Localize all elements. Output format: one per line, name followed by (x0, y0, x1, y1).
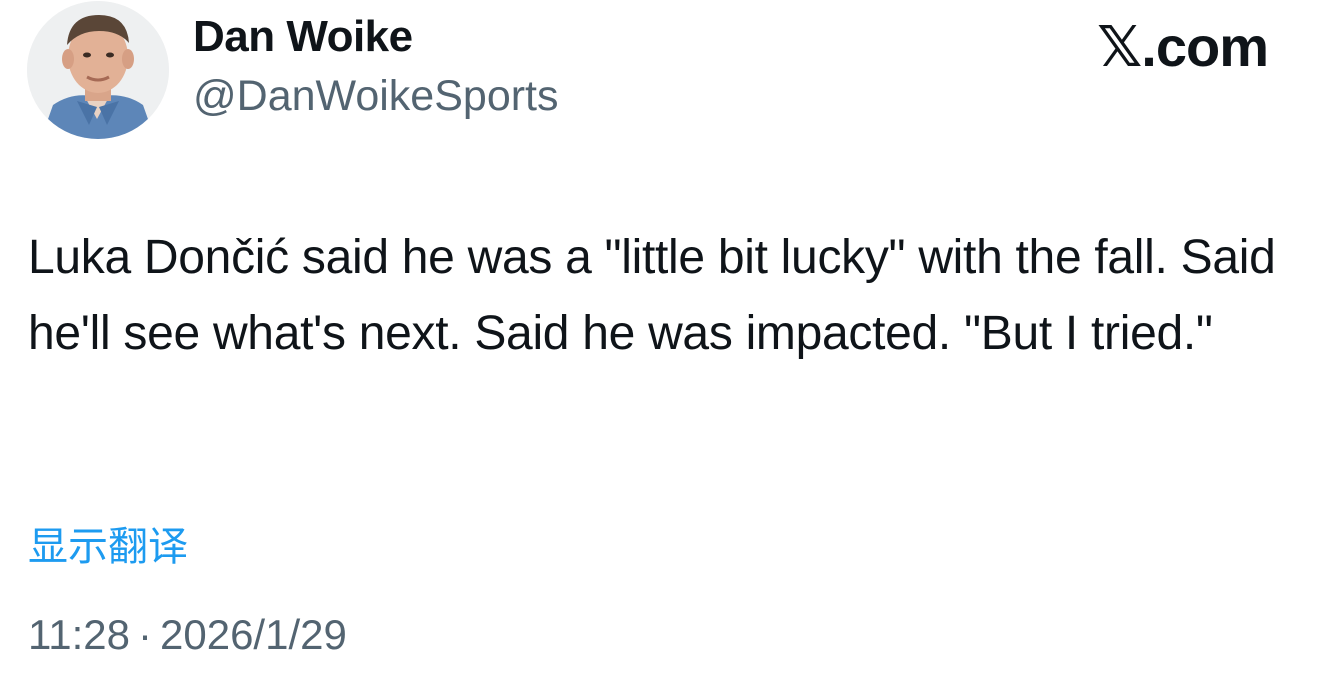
meta-separator: · (138, 611, 152, 658)
author-display-name[interactable]: Dan Woike (193, 12, 413, 62)
tweet-time: 11:28 (28, 611, 130, 658)
tweet-date: 2026/1/29 (160, 611, 347, 658)
author-handle[interactable]: @DanWoikeSports (193, 72, 559, 121)
author-avatar[interactable] (27, 1, 169, 139)
tweet-timestamp[interactable]: 11:28 · 2026/1/29 (28, 611, 347, 659)
avatar-photo (27, 1, 169, 139)
tweet-text: Luka Dončić said he was a "little bit lu… (28, 231, 1276, 360)
x-logo: 𝕏.com (1097, 15, 1269, 78)
show-translation-link[interactable]: 显示翻译 (28, 514, 188, 572)
